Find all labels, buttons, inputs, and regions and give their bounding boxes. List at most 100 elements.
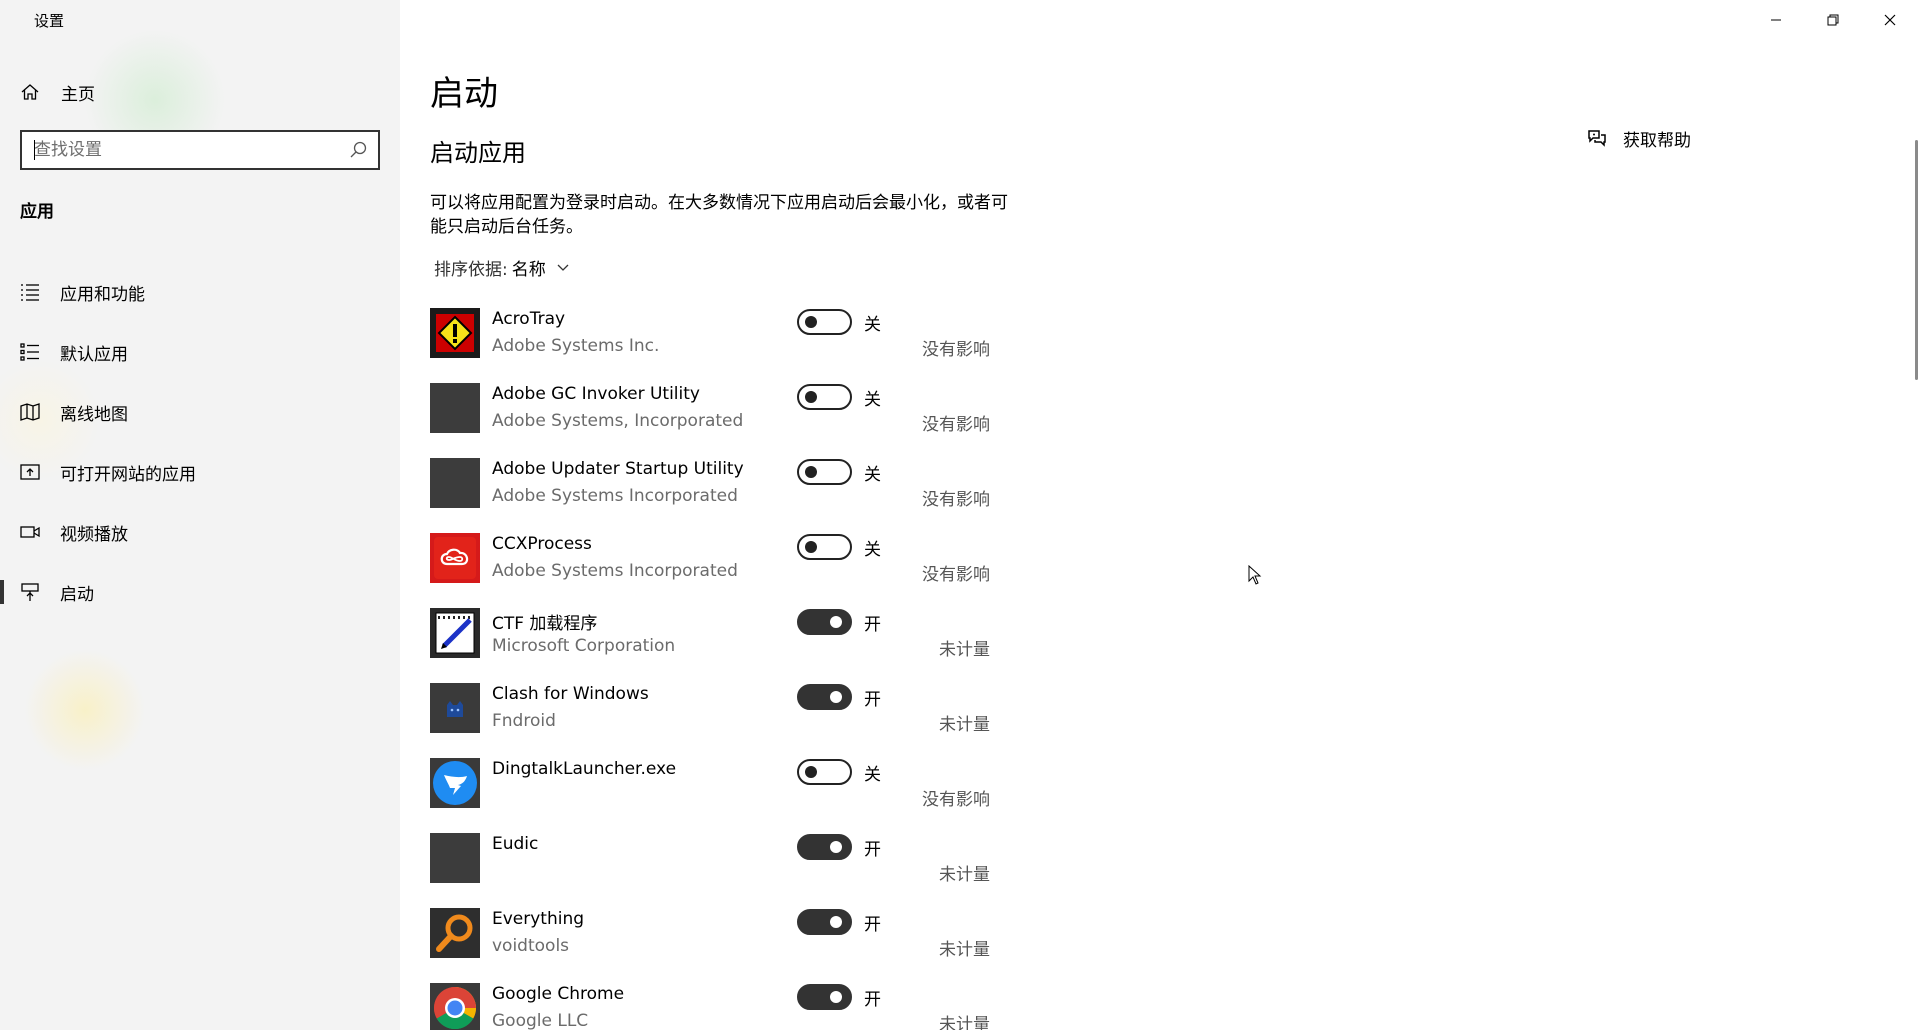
app-publisher: Adobe Systems Inc. (492, 336, 660, 356)
search-icon[interactable] (348, 140, 368, 160)
dingtalk-icon (430, 758, 480, 808)
sidebar-item-apps-for-websites[interactable]: 可打开网站的应用 (0, 442, 400, 502)
toggle-knob (805, 466, 817, 478)
toggle-state-label: 关 (864, 765, 881, 785)
search-box[interactable] (20, 130, 380, 170)
list-item: AcroTray Adobe Systems Inc. 关 没有影响 (430, 306, 990, 381)
startup-impact: 未计量 (939, 940, 990, 960)
description: 可以将应用配置为登录时启动。在大多数情况下应用启动后会最小化，或者可能只启动后台… (430, 193, 1008, 237)
toggle-knob (830, 991, 842, 1003)
list-item: CCXProcess Adobe Systems Incorporated 关 … (430, 531, 990, 606)
restore-button[interactable] (1805, 0, 1861, 40)
creative-cloud-icon (430, 533, 480, 583)
sidebar: 设置 主页 应用 应用和功能 默认应用 离线地图 可打开网站的应用 视频播放 (0, 0, 400, 1030)
toggle-knob (805, 541, 817, 553)
toggle-knob (830, 616, 842, 628)
startup-impact: 没有影响 (922, 565, 990, 585)
toggle-state-label: 开 (864, 840, 881, 860)
get-help-label: 获取帮助 (1623, 131, 1691, 151)
app-name: Adobe GC Invoker Utility (492, 384, 700, 404)
page-title: 启动 (430, 74, 498, 114)
list-icon (21, 284, 39, 301)
window-title: 设置 (34, 12, 65, 30)
toggle-state-label: 关 (864, 390, 881, 410)
app-name: Clash for Windows (492, 684, 649, 704)
startup-toggle[interactable] (797, 459, 852, 485)
everything-search-icon (430, 908, 480, 958)
sort-label: 排序依据: (434, 260, 508, 280)
sort-value: 名称 (511, 260, 546, 280)
toggle-state-label: 关 (864, 315, 881, 335)
toggle-state-label: 关 (864, 540, 881, 560)
sidebar-home[interactable]: 主页 (20, 80, 95, 105)
list-item: DingtalkLauncher.exe 关 没有影响 (430, 756, 990, 831)
toggle-state-label: 关 (864, 465, 881, 485)
list-item: Eudic 开 未计量 (430, 831, 990, 906)
chrome-icon (430, 983, 480, 1030)
close-icon (1884, 14, 1896, 26)
blank-app-icon (430, 383, 480, 433)
sidebar-item-apps-features[interactable]: 应用和功能 (0, 262, 400, 322)
startup-icon (21, 583, 39, 601)
startup-toggle[interactable] (797, 684, 852, 710)
app-publisher: Fndroid (492, 711, 556, 731)
startup-toggle[interactable] (797, 534, 852, 560)
startup-toggle[interactable] (797, 309, 852, 335)
startup-impact: 没有影响 (922, 490, 990, 510)
startup-toggle[interactable] (797, 984, 852, 1010)
toggle-knob (805, 391, 817, 403)
list-item: Google Chrome Google LLC 开 未计量 (430, 981, 990, 1030)
startup-toggle[interactable] (797, 384, 852, 410)
list-item: Everything voidtools 开 未计量 (430, 906, 990, 981)
list-item: Clash for Windows Fndroid 开 未计量 (430, 681, 990, 756)
app-name: CCXProcess (492, 534, 592, 554)
scrollbar[interactable] (1915, 140, 1918, 380)
app-name: Google Chrome (492, 984, 625, 1004)
app-name: DingtalkLauncher.exe (492, 759, 677, 779)
startup-impact: 未计量 (939, 1015, 990, 1030)
sidebar-item-default-apps[interactable]: 默认应用 (0, 322, 400, 382)
minimize-button[interactable] (1748, 0, 1804, 40)
sidebar-item-label: 离线地图 (60, 404, 128, 425)
startup-toggle[interactable] (797, 909, 852, 935)
section-heading: 应用 (20, 202, 54, 222)
app-publisher: Adobe Systems Incorporated (492, 486, 738, 506)
web-app-icon (20, 464, 40, 480)
acrotray-icon (430, 308, 480, 358)
sidebar-nav: 应用和功能 默认应用 离线地图 可打开网站的应用 视频播放 启动 (0, 262, 400, 622)
chat-help-icon (1588, 129, 1606, 147)
blank-app-icon (430, 458, 480, 508)
sidebar-item-video-playback[interactable]: 视频播放 (0, 502, 400, 562)
sidebar-item-label: 应用和功能 (60, 284, 145, 305)
sidebar-item-label: 视频播放 (60, 524, 128, 545)
sort-dropdown[interactable]: 排序依据: 名称 (434, 255, 570, 280)
sidebar-item-label: 启动 (60, 584, 94, 605)
startup-toggle[interactable] (797, 759, 852, 785)
app-name: AcroTray (492, 309, 566, 329)
sidebar-item-startup[interactable]: 启动 (0, 562, 400, 622)
toggle-state-label: 开 (864, 615, 881, 635)
startup-impact: 没有影响 (922, 340, 990, 360)
app-name: Eudic (492, 834, 539, 854)
toggle-knob (805, 766, 817, 778)
search-input[interactable] (22, 132, 348, 168)
app-publisher: Google LLC (492, 1011, 589, 1030)
startup-toggle[interactable] (797, 834, 852, 860)
toggle-state-label: 开 (864, 990, 881, 1010)
app-name: Everything (492, 909, 585, 929)
section-title: 启动应用 (430, 139, 526, 167)
sidebar-item-offline-maps[interactable]: 离线地图 (0, 382, 400, 442)
app-publisher: Adobe Systems Incorporated (492, 561, 738, 581)
main-content: 启动 启动应用 可以将应用配置为登录时启动。在大多数情况下应用启动后会最小化，或… (400, 0, 1920, 1030)
toggle-knob (805, 316, 817, 328)
app-name: Adobe Updater Startup Utility (492, 459, 744, 479)
startup-impact: 未计量 (939, 640, 990, 660)
map-icon (20, 403, 40, 421)
get-help-link[interactable]: 获取帮助 (1585, 126, 1691, 151)
close-button[interactable] (1862, 0, 1918, 40)
clash-cat-icon (430, 683, 480, 733)
startup-app-list: AcroTray Adobe Systems Inc. 关 没有影响 Adobe… (430, 306, 990, 1030)
startup-toggle[interactable] (797, 609, 852, 635)
toggle-state-label: 开 (864, 915, 881, 935)
mouse-pointer-icon (1248, 565, 1262, 585)
